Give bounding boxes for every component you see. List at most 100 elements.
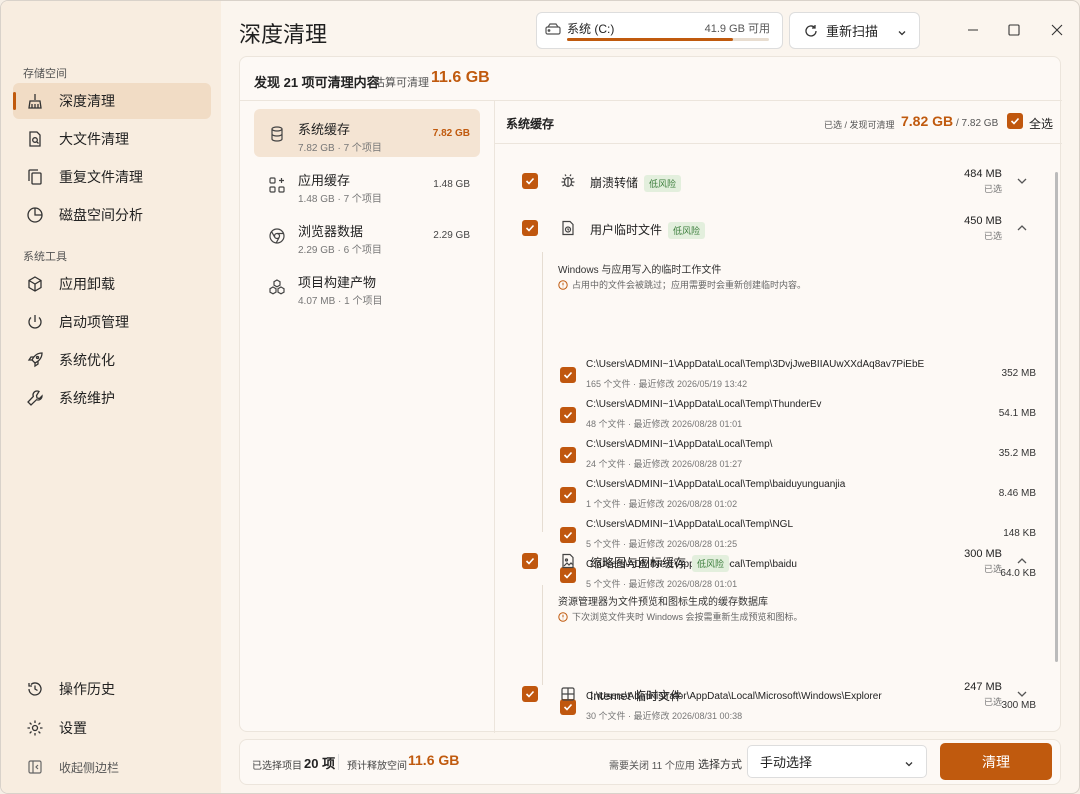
scrollbar[interactable]	[1055, 172, 1058, 662]
clean-button[interactable]: 清理	[940, 743, 1052, 780]
sidebar-item-duplicates[interactable]: 重复文件清理	[13, 159, 211, 195]
file-path: C:\Users\ADMINI~1\AppData\Local\Temp\Thu…	[586, 399, 822, 410]
chevron-up-icon[interactable]	[1016, 222, 1028, 234]
group-checkbox[interactable]	[522, 220, 538, 236]
close-button[interactable]	[1047, 20, 1067, 40]
chevron-down-icon	[897, 26, 907, 41]
minimize-button[interactable]	[963, 20, 983, 40]
chevron-down-icon[interactable]	[1016, 175, 1028, 187]
group-warning: 下次浏览文件夹时 Windows 会按需重新生成预览和图标。	[558, 610, 803, 623]
maximize-icon	[1008, 24, 1020, 36]
selected-label: 已选 / 发现可清理	[824, 120, 895, 130]
sidebar-item-uninstall[interactable]: 应用卸载	[13, 266, 211, 302]
file-size: 148 KB	[1003, 528, 1036, 539]
package-icon	[25, 274, 45, 294]
storage-section-label: 存储空间	[23, 68, 67, 80]
maximize-button[interactable]	[1004, 20, 1024, 40]
category-name: 应用缓存	[298, 173, 351, 188]
rescan-button[interactable]: 重新扫描	[789, 12, 920, 49]
category-app-cache[interactable]: 应用缓存 1.48 GB · 7 个项目 1.48 GB	[254, 160, 480, 208]
bug-icon	[560, 173, 576, 192]
collapse-sidebar-button[interactable]: 收起侧边栏	[13, 749, 211, 785]
detail-title: 系统缓存	[506, 117, 555, 131]
main-panel: 发现 21 项可清理内容 估算可清理 11.6 GB 系统缓存 7.82 GB …	[239, 56, 1062, 733]
estimate-label: 估算可清理	[374, 77, 429, 89]
sidebar-item-label: 重复文件清理	[59, 169, 143, 185]
drive-name: 系统 (C:)	[567, 22, 615, 36]
file-path: C:\Users\ADMINI~1\AppData\Local\Temp\NGL	[586, 519, 794, 530]
sidebar-item-label: 磁盘空间分析	[59, 207, 143, 223]
tree-line	[542, 252, 543, 532]
category-browser-data[interactable]: 浏览器数据 2.29 GB · 6 个项目 2.29 GB	[254, 211, 480, 259]
minimize-icon	[967, 24, 979, 36]
item-checkbox[interactable]	[560, 367, 576, 383]
mode-label: 选择方式	[698, 759, 742, 771]
item-checkbox[interactable]	[560, 527, 576, 543]
chevron-up-icon[interactable]	[1016, 555, 1028, 567]
category-build-artifacts[interactable]: 项目构建产物 4.07 MB · 1 个项目	[254, 262, 480, 310]
image-file-icon	[560, 553, 576, 572]
sidebar: 存储空间 深度清理 大文件清理 重复文件清理 磁盘空间分析 系统工具 应用卸载 …	[1, 1, 221, 793]
sidebar-item-label: 启动项管理	[59, 314, 129, 330]
file-size: 352 MB	[1001, 368, 1036, 379]
tree-line	[542, 585, 543, 685]
tools-section-label: 系统工具	[23, 251, 67, 263]
group-name: 缩略图与图标缓存 低风险	[590, 554, 730, 573]
cubes-icon	[268, 278, 286, 296]
selected-total: / 7.82 GB	[956, 118, 999, 129]
file-size: 300 MB	[1001, 700, 1036, 711]
group-description: Windows 与应用写入的临时工作文件	[558, 265, 722, 276]
pie-chart-icon	[25, 205, 45, 225]
item-checkbox[interactable]	[560, 487, 576, 503]
item-checkbox[interactable]	[560, 447, 576, 463]
footer-bar: 已选择项目 20 项 预计释放空间 11.6 GB 需要关闭 11 个应用 选择…	[239, 739, 1061, 785]
found-count: 发现 21 项可清理内容	[254, 75, 380, 90]
detail-list: 崩溃转储 低风险 484 MB 已选 用户临时文件 低风险 450 MB 已选 Wind…	[495, 144, 1062, 731]
file-meta: 1 个文件 · 最近修改 2026/08/28 01:02	[586, 499, 738, 509]
file-meta: 5 个文件 · 最近修改 2026/08/28 01:25	[586, 539, 738, 549]
selection-mode-dropdown[interactable]: 手动选择	[747, 745, 927, 778]
selected-items-label: 已选择项目	[252, 761, 302, 772]
item-checkbox[interactable]	[560, 407, 576, 423]
file-path: C:\Users\ADMINI~1\AppData\Local\Temp\3Dv…	[586, 359, 925, 370]
history-label: 操作历史	[59, 681, 115, 697]
sidebar-collapse-icon	[25, 757, 45, 777]
gear-icon	[25, 718, 45, 738]
select-all-label: 全选	[1029, 117, 1054, 131]
settings-label: 设置	[59, 720, 87, 736]
database-icon	[268, 125, 286, 143]
sidebar-item-history[interactable]: 操作历史	[13, 671, 211, 707]
sidebar-item-large-files[interactable]: 大文件清理	[13, 121, 211, 157]
sidebar-item-optimize[interactable]: 系统优化	[13, 342, 211, 378]
group-checkbox[interactable]	[522, 173, 538, 189]
rocket-icon	[25, 350, 45, 370]
sidebar-item-deep-clean[interactable]: 深度清理	[13, 83, 211, 119]
sidebar-item-maintenance[interactable]: 系统维护	[13, 380, 211, 416]
group-name: 崩溃转储 低风险	[590, 174, 682, 193]
file-meta: 30 个文件 · 最近修改 2026/08/31 00:38	[586, 711, 743, 721]
history-icon	[25, 679, 45, 699]
category-size: 1.48 GB	[433, 179, 470, 190]
category-summary: 1.48 GB · 7 个项目	[298, 194, 382, 205]
select-all-checkbox[interactable]	[1007, 113, 1023, 129]
chevron-down-icon[interactable]	[1016, 688, 1028, 700]
info-icon	[558, 279, 568, 290]
temp-file-icon	[560, 220, 576, 239]
refresh-icon	[804, 24, 818, 38]
sidebar-item-settings[interactable]: 设置	[13, 710, 211, 746]
file-meta: 5 个文件 · 最近修改 2026/08/28 01:01	[586, 579, 738, 589]
sidebar-item-label: 深度清理	[59, 93, 115, 109]
group-description: 资源管理器为文件预览和图标生成的缓存数据库	[558, 597, 768, 608]
apps-grid-icon	[268, 176, 286, 194]
group-checkbox[interactable]	[522, 686, 538, 702]
divider	[338, 754, 339, 770]
selection-mode-value: 手动选择	[760, 755, 813, 770]
chevron-down-icon	[904, 757, 914, 772]
file-path: C:\Users\ADMINI~1\AppData\Local\Temp\	[586, 439, 773, 450]
group-checkbox[interactable]	[522, 553, 538, 569]
file-meta: 24 个文件 · 最近修改 2026/08/28 01:27	[586, 459, 743, 469]
sidebar-item-startup[interactable]: 启动项管理	[13, 304, 211, 340]
category-system-cache[interactable]: 系统缓存 7.82 GB · 7 个项目 7.82 GB	[254, 109, 480, 157]
sidebar-item-disk-analysis[interactable]: 磁盘空间分析	[13, 197, 211, 233]
category-name: 浏览器数据	[298, 224, 364, 239]
